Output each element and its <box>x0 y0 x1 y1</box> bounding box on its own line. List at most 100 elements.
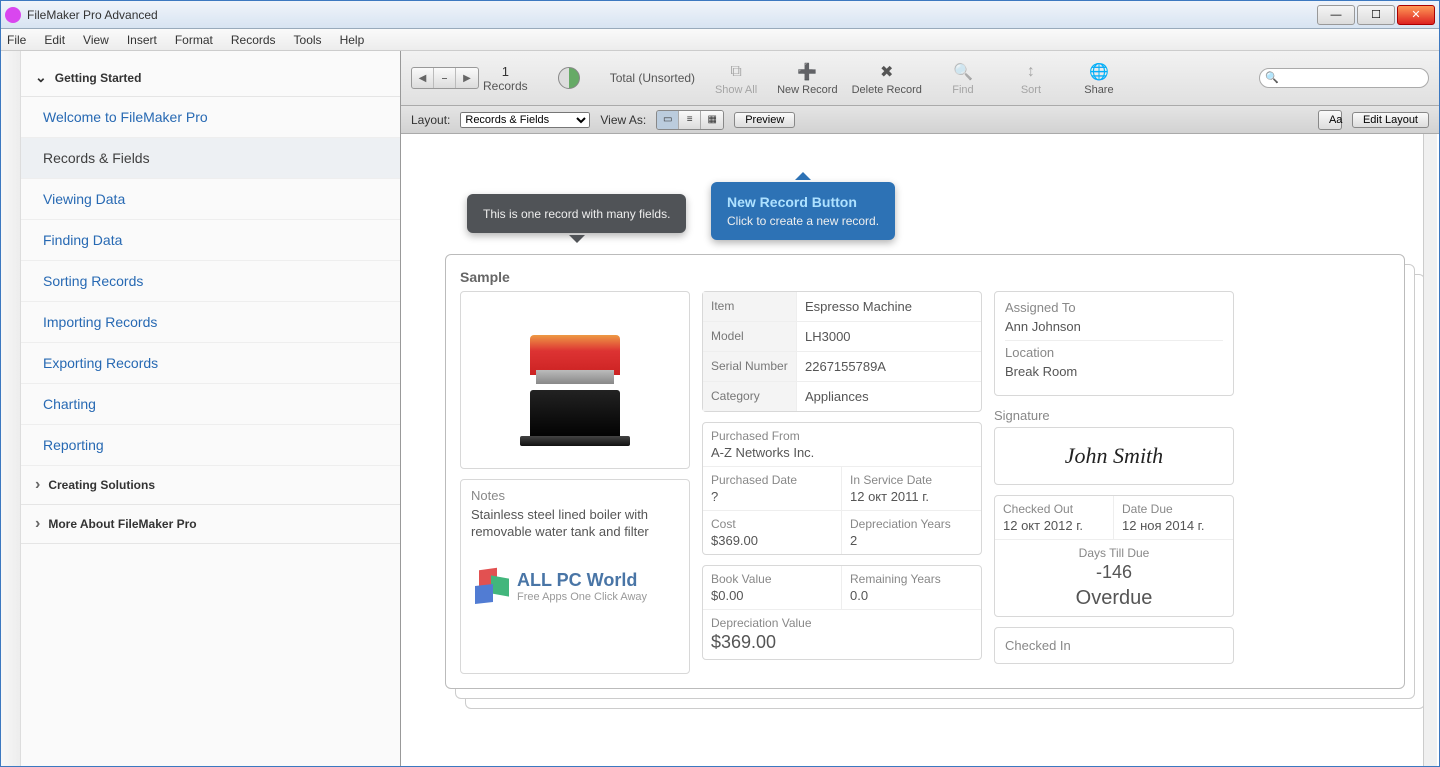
window-close-button[interactable]: ✕ <box>1397 5 1435 25</box>
delete-record-button[interactable]: ✖ Delete Record <box>852 61 922 96</box>
share-button[interactable]: 🌐 Share <box>1072 61 1126 96</box>
record-canvas: This is one record with many fields. New… <box>401 134 1439 766</box>
field-serial[interactable]: 2267155789A <box>797 352 981 381</box>
nav-importing-records[interactable]: Importing Records <box>21 302 400 343</box>
formatting-button[interactable]: Aa <box>1318 110 1342 130</box>
pie-icon <box>558 67 580 89</box>
sort-icon: ↕ <box>1019 61 1043 83</box>
show-all-button[interactable]: ⧉ Show All <box>709 61 763 96</box>
nav-finding-data[interactable]: Finding Data <box>21 220 400 261</box>
scrollbar[interactable] <box>1423 134 1437 766</box>
find-button[interactable]: 🔍 Find <box>936 61 990 96</box>
prev-record-button[interactable]: ◀ <box>412 68 434 88</box>
menu-insert[interactable]: Insert <box>127 33 157 47</box>
nav-reporting[interactable]: Reporting <box>21 425 400 466</box>
chevron-right-icon <box>35 476 40 494</box>
view-table-button[interactable]: ▦ <box>701 111 723 129</box>
chevron-down-icon <box>35 69 47 86</box>
field-model[interactable]: LH3000 <box>797 322 981 351</box>
item-photo <box>460 291 690 469</box>
toolbar-search <box>1259 68 1429 88</box>
layout-bar: Layout: Records & Fields View As: ▭ ≡ ▦ … <box>401 106 1439 134</box>
app-window: FileMaker Pro Advanced — ☐ ✕ File Edit V… <box>0 0 1440 767</box>
field-category[interactable]: Appliances <box>797 382 981 411</box>
section-title: Getting Started <box>55 71 142 85</box>
menu-view[interactable]: View <box>83 33 109 47</box>
section-title: More About FileMaker Pro <box>48 517 196 531</box>
field-item[interactable]: Espresso Machine <box>797 292 981 321</box>
value-panel: Book Value$0.00 Remaining Years0.0 Depre… <box>702 565 982 660</box>
view-as-toggle: ▭ ≡ ▦ <box>656 110 724 130</box>
field-book-value[interactable]: $0.00 <box>711 588 833 603</box>
tooltip-new-record: New Record Button Click to create a new … <box>711 182 895 240</box>
signature-image: John Smith <box>1065 443 1163 469</box>
nav-sorting-records[interactable]: Sorting Records <box>21 261 400 302</box>
section-creating-solutions[interactable]: Creating Solutions <box>21 466 400 505</box>
view-list-button[interactable]: ≡ <box>679 111 701 129</box>
checkout-panel: Checked Out12 окт 2012 г. Date Due12 ноя… <box>994 495 1234 617</box>
menu-format[interactable]: Format <box>175 33 213 47</box>
field-purchased-from[interactable]: A-Z Networks Inc. <box>711 445 973 460</box>
total-label: Total (Unsorted) <box>610 71 695 85</box>
nav-welcome[interactable]: Welcome to FileMaker Pro <box>21 97 400 138</box>
search-input[interactable] <box>1259 68 1429 88</box>
section-more-about[interactable]: More About FileMaker Pro <box>21 505 400 544</box>
show-all-icon: ⧉ <box>724 61 748 83</box>
menu-records[interactable]: Records <box>231 33 276 47</box>
espresso-machine-image <box>520 320 630 440</box>
sort-button[interactable]: ↕ Sort <box>1004 61 1058 96</box>
field-depreciation-value[interactable]: $369.00 <box>711 632 973 653</box>
tutorial-sidebar: Getting Started Welcome to FileMaker Pro… <box>1 51 401 766</box>
notes-panel: Notes Stainless steel lined boiler with … <box>460 479 690 674</box>
watermark: ALL PC World Free Apps One Click Away <box>471 569 679 605</box>
menu-file[interactable]: File <box>7 33 26 47</box>
total-indicator <box>542 67 596 89</box>
field-checked-out[interactable]: 12 окт 2012 г. <box>1003 518 1105 533</box>
menu-help[interactable]: Help <box>340 33 365 47</box>
field-date-due[interactable]: 12 ноя 2014 г. <box>1122 518 1225 533</box>
new-record-button[interactable]: ➕ New Record <box>777 61 838 96</box>
item-details-panel: ItemEspresso Machine ModelLH3000 Serial … <box>702 291 982 412</box>
tooltip-record-fields: This is one record with many fields. <box>467 194 686 233</box>
window-title: FileMaker Pro Advanced <box>27 8 1315 22</box>
window-titlebar: FileMaker Pro Advanced — ☐ ✕ <box>1 1 1439 29</box>
field-depreciation-years[interactable]: 2 <box>850 533 973 548</box>
nav-charting[interactable]: Charting <box>21 384 400 425</box>
chevron-right-icon <box>35 515 40 533</box>
layout-label: Layout: <box>411 113 450 127</box>
view-form-button[interactable]: ▭ <box>657 111 679 129</box>
section-title: Creating Solutions <box>48 478 155 492</box>
window-maximize-button[interactable]: ☐ <box>1357 5 1395 25</box>
window-minimize-button[interactable]: — <box>1317 5 1355 25</box>
field-cost[interactable]: $369.00 <box>711 533 833 548</box>
field-purchased-date[interactable]: ? <box>711 489 833 504</box>
sidebar-gutter <box>1 51 21 766</box>
card-title: Sample <box>460 269 1390 285</box>
edit-layout-button[interactable]: Edit Layout <box>1352 112 1429 128</box>
menu-tools[interactable]: Tools <box>294 33 322 47</box>
section-getting-started[interactable]: Getting Started <box>21 59 400 97</box>
nav-records-fields[interactable]: Records & Fields <box>21 138 400 179</box>
nav-viewing-data[interactable]: Viewing Data <box>21 179 400 220</box>
field-location[interactable]: Break Room <box>1005 362 1223 385</box>
field-in-service-date[interactable]: 12 окт 2011 г. <box>850 489 973 504</box>
menu-edit[interactable]: Edit <box>44 33 65 47</box>
record-slider[interactable]: ⎯ <box>434 68 456 88</box>
layout-select[interactable]: Records & Fields <box>460 112 590 128</box>
app-icon <box>5 7 21 23</box>
next-record-button[interactable]: ▶ <box>456 68 478 88</box>
record-card: Sample Notes <box>445 254 1405 689</box>
new-record-icon: ➕ <box>795 61 819 83</box>
find-icon: 🔍 <box>951 61 975 83</box>
record-count: 1 <box>483 64 528 79</box>
content-pane: ◀ ⎯ ▶ 1 Records Total (Unsorted) ⧉ Show … <box>401 51 1439 766</box>
view-as-label: View As: <box>600 113 646 127</box>
field-remaining-years[interactable]: 0.0 <box>850 588 973 603</box>
purchase-panel: Purchased From A-Z Networks Inc. Purchas… <box>702 422 982 555</box>
records-label: Records <box>483 79 528 93</box>
signature-panel[interactable]: John Smith <box>994 427 1234 485</box>
preview-button[interactable]: Preview <box>734 112 795 128</box>
nav-exporting-records[interactable]: Exporting Records <box>21 343 400 384</box>
overdue-label: Overdue <box>1001 587 1227 610</box>
field-assigned-to[interactable]: Ann Johnson <box>1005 317 1223 341</box>
